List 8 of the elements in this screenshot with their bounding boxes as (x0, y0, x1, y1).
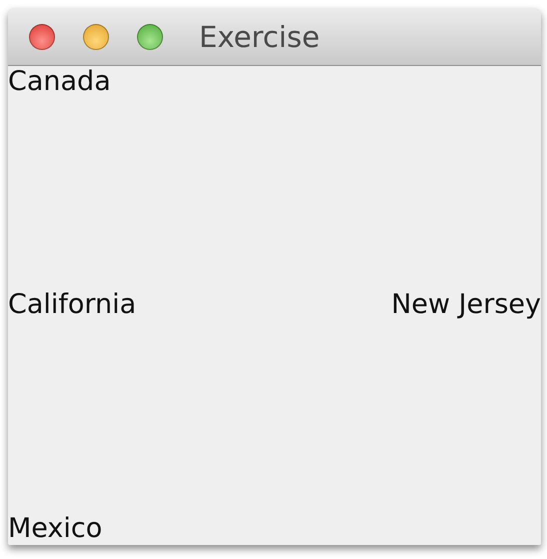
close-button[interactable] (29, 24, 55, 50)
zoom-button[interactable] (137, 24, 163, 50)
east-label: New Jersey (391, 289, 541, 322)
window-title: Exercise (199, 20, 320, 54)
west-label: California (8, 289, 136, 322)
north-label: Canada (8, 66, 111, 98)
south-label: Mexico (8, 512, 102, 545)
minimize-button[interactable] (83, 24, 109, 50)
